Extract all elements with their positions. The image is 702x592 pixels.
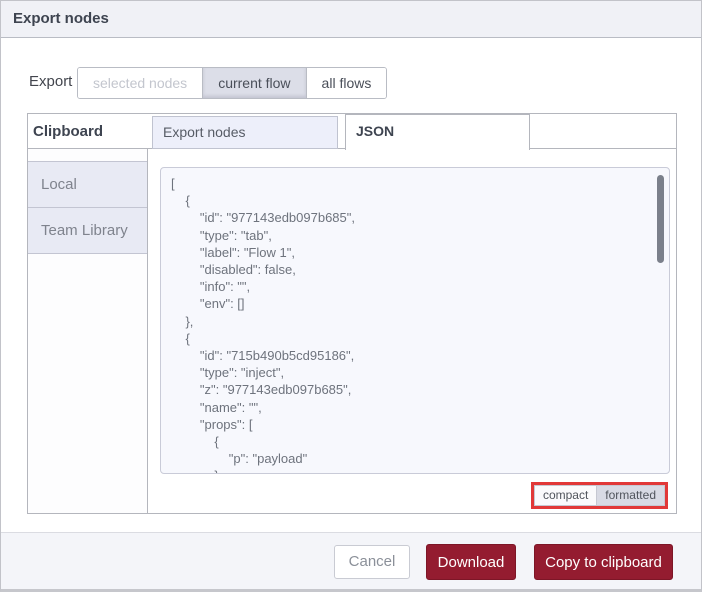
copy-to-clipboard-button[interactable]: Copy to clipboard <box>534 544 673 580</box>
scope-button-current-flow[interactable]: current flow <box>202 68 307 98</box>
scope-button-all-flows[interactable]: all flows <box>306 68 387 98</box>
export-main-panel: Clipboard Export nodes JSON Local Team L… <box>27 113 677 514</box>
export-scope-group: selected nodes current flow all flows <box>77 67 388 99</box>
download-button[interactable]: Download <box>426 544 516 580</box>
cancel-button[interactable]: Cancel <box>334 545 410 579</box>
dialog-title: Export nodes <box>1 1 701 38</box>
tab-json[interactable]: JSON <box>345 114 530 150</box>
sidebar-item-local[interactable]: Local <box>28 162 147 208</box>
compact-button[interactable]: compact <box>533 485 597 506</box>
export-nodes-dialog: Export nodes Export selected nodes curre… <box>0 0 702 592</box>
tab-export-nodes[interactable]: Export nodes <box>152 116 338 149</box>
formatted-button[interactable]: formatted <box>596 485 665 506</box>
scope-button-selected-nodes[interactable]: selected nodes <box>78 68 203 98</box>
json-code[interactable]: [ { "id": "977143edb097b685", "type": "t… <box>161 168 669 473</box>
format-toggle-highlight: compact formatted <box>530 482 668 509</box>
library-list: Local Team Library <box>28 161 147 254</box>
sidebar-item-team-library[interactable]: Team Library <box>28 208 147 254</box>
clipboard-heading: Clipboard <box>33 123 103 140</box>
editor-scrollbar[interactable] <box>657 175 664 263</box>
export-scope-label: Export <box>29 73 73 90</box>
json-export-editor[interactable]: [ { "id": "977143edb097b685", "type": "t… <box>160 167 670 474</box>
dialog-footer: Cancel Download Copy to clipboard <box>1 532 701 589</box>
library-sidebar: Local Team Library <box>28 149 148 513</box>
